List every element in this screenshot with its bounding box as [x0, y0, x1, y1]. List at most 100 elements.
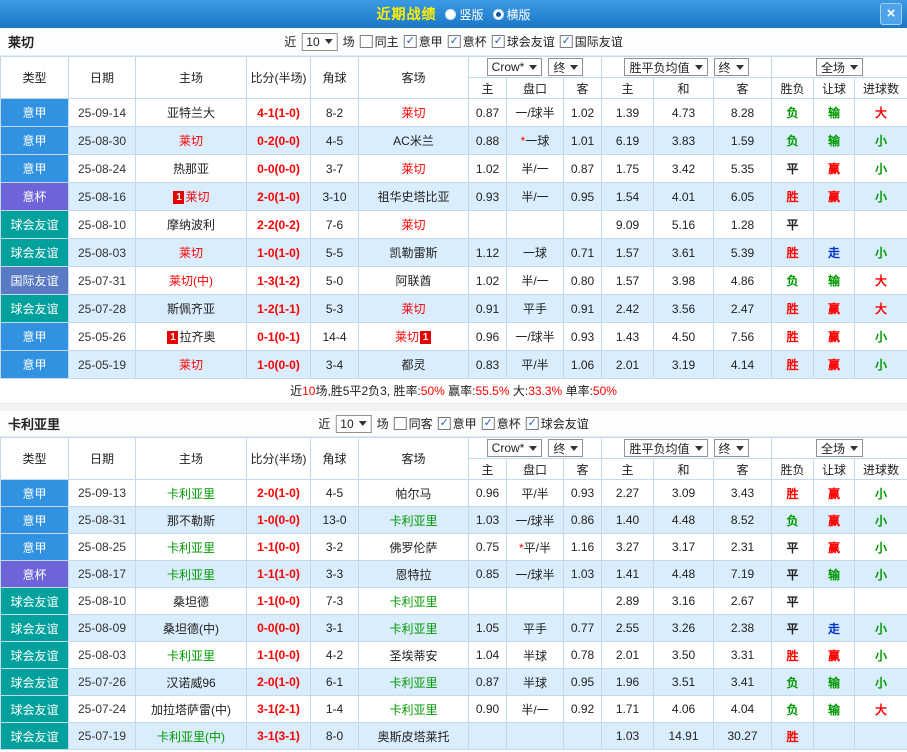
- avg-final-select[interactable]: 终: [713, 58, 749, 76]
- layout-radio-horizontal[interactable]: 横版: [492, 6, 531, 23]
- away-team-name: 帕尔马: [395, 486, 432, 501]
- filter-checkbox-球会友谊[interactable]: ✓ 球会友谊: [525, 415, 589, 432]
- team-name: 卡利亚里: [8, 417, 61, 432]
- filter-checkbox-意杯[interactable]: ✓ 意杯: [481, 415, 521, 432]
- away-team: 卡利亚里: [358, 587, 469, 615]
- avg-draw: 3.83: [653, 126, 714, 155]
- match-date: 25-08-25: [68, 533, 136, 561]
- result-wdl: 负: [771, 266, 815, 295]
- match-date: 25-08-24: [68, 154, 136, 183]
- avg-away: 8.28: [712, 98, 773, 127]
- league-label: 意杯: [0, 182, 69, 211]
- odds-company-select[interactable]: Crow*: [486, 439, 543, 457]
- avg-draw: 3.17: [653, 533, 714, 561]
- odds-home: 0.93: [468, 182, 507, 211]
- filter-checkbox-国际友谊[interactable]: ✓ 国际友谊: [559, 33, 623, 50]
- filter-checkbox-意甲[interactable]: ✓ 意甲: [403, 33, 443, 50]
- match-count-select[interactable]: 10: [335, 414, 372, 433]
- odds-home: 0.90: [468, 695, 507, 723]
- avg-draw: 3.26: [653, 614, 714, 642]
- avg-home: 2.42: [601, 294, 654, 323]
- full-match-select[interactable]: 全场: [816, 439, 864, 457]
- filter-bar: 近 10 场同主 ✓ 意甲 ✓ 意杯 ✓ 球会友谊 ✓ 国际友谊: [284, 32, 623, 51]
- odds-home: 1.05: [468, 614, 507, 642]
- home-team: 摩纳波利: [135, 210, 247, 239]
- checkbox-label: 意杯: [462, 35, 487, 49]
- result-handicap: 输: [813, 560, 856, 588]
- odds-handicap: 一/球半: [506, 506, 564, 534]
- titlebar: 近期战绩 竖版 横版 ×: [0, 0, 907, 28]
- checkbox-icon[interactable]: ✓: [559, 35, 573, 48]
- result-handicap: 赢: [813, 350, 856, 379]
- home-team: 桑坦德: [135, 587, 247, 615]
- match-date: 25-07-28: [68, 294, 136, 323]
- wdl-average-select[interactable]: 胜平负均值: [624, 439, 708, 457]
- match-date: 25-07-31: [68, 266, 136, 295]
- checkbox-icon[interactable]: [359, 35, 373, 48]
- match-date: 25-08-31: [68, 506, 136, 534]
- close-icon[interactable]: ×: [880, 3, 902, 25]
- match-count-select[interactable]: 10: [301, 32, 338, 51]
- match-date: 25-07-19: [68, 722, 136, 750]
- league-label: 球会友谊: [0, 668, 69, 696]
- result-goals: 大: [854, 695, 907, 723]
- match-date: 25-08-16: [68, 182, 136, 211]
- result-wdl: 负: [771, 126, 815, 155]
- match-date: 25-08-09: [68, 614, 136, 642]
- radio-vertical-label: 竖版: [459, 7, 484, 22]
- checkbox-label: 球会友谊: [540, 417, 589, 431]
- home-team-name: 卡利亚里(中): [157, 729, 225, 744]
- chevron-down-icon: [694, 445, 703, 451]
- odds-handicap: 一球: [506, 238, 564, 267]
- match-row: 球会友谊 25-08-10 摩纳波利 2-2(0-2) 7-6 莱切 9.09 5.16 1.2…: [0, 210, 907, 239]
- result-goals: 大: [854, 294, 907, 323]
- home-team: 1 拉齐奥: [135, 322, 247, 351]
- checkbox-icon[interactable]: ✓: [481, 417, 495, 430]
- summary-segment: 33.3%: [528, 384, 563, 398]
- col-header-home: 主场: [135, 437, 247, 480]
- section-divider: [0, 403, 907, 411]
- odds-final-select[interactable]: 终: [548, 58, 584, 76]
- sub-header-8: 进球数: [854, 77, 907, 99]
- score: 1-0(0-0): [246, 506, 311, 534]
- wdl-average-select[interactable]: 胜平负均值: [624, 58, 708, 76]
- away-team: 阿联酋: [358, 266, 469, 295]
- avg-home: 1.40: [601, 506, 654, 534]
- avg-draw: 3.50: [653, 641, 714, 669]
- filter-checkbox-意甲[interactable]: ✓ 意甲: [437, 415, 477, 432]
- corners: 3-10: [310, 182, 359, 211]
- odds-company-select[interactable]: Crow*: [486, 58, 543, 76]
- odds-home: 0.96: [468, 479, 507, 507]
- chevron-down-icon: [358, 421, 367, 426]
- avg-away: 4.04: [712, 695, 773, 723]
- result-wdl: 胜: [771, 294, 815, 323]
- filter-checkbox-意杯[interactable]: ✓ 意杯: [447, 33, 487, 50]
- odds-final-select[interactable]: 终: [548, 439, 584, 457]
- checkbox-icon[interactable]: ✓: [491, 35, 505, 48]
- checkbox-icon[interactable]: [393, 417, 407, 430]
- checkbox-icon[interactable]: ✓: [437, 417, 451, 430]
- avg-group-header: 胜平负均值 终: [600, 56, 773, 78]
- full-match-select[interactable]: 全场: [816, 58, 864, 76]
- checkbox-icon[interactable]: ✓: [525, 417, 539, 430]
- chevron-down-icon: [735, 445, 744, 451]
- layout-radio-vertical[interactable]: 竖版: [445, 6, 484, 23]
- avg-final-select-value: 终: [718, 60, 731, 75]
- checkbox-icon[interactable]: ✓: [403, 35, 417, 48]
- score: 4-1(1-0): [246, 98, 311, 127]
- odds-home: 1.04: [468, 641, 507, 669]
- summary-segment: 50%: [420, 384, 445, 398]
- away-team: 奥斯皮塔莱托: [358, 722, 469, 750]
- checkbox-icon[interactable]: ✓: [447, 35, 461, 48]
- filter-checkbox-同客[interactable]: 同客: [393, 415, 433, 432]
- filter-checkbox-同主[interactable]: 同主: [359, 33, 399, 50]
- odds-away: 0.93: [563, 322, 602, 351]
- odds-company-select-value: Crow*: [491, 441, 525, 455]
- odds-away: 0.86: [563, 506, 602, 534]
- sub-header-2: 客: [563, 458, 602, 480]
- filter-checkbox-球会友谊[interactable]: ✓ 球会友谊: [491, 33, 555, 50]
- away-team-name: 莱切: [401, 302, 426, 316]
- league-label: 意甲: [0, 126, 69, 155]
- avg-home: 1.43: [601, 322, 654, 351]
- avg-final-select[interactable]: 终: [713, 439, 749, 457]
